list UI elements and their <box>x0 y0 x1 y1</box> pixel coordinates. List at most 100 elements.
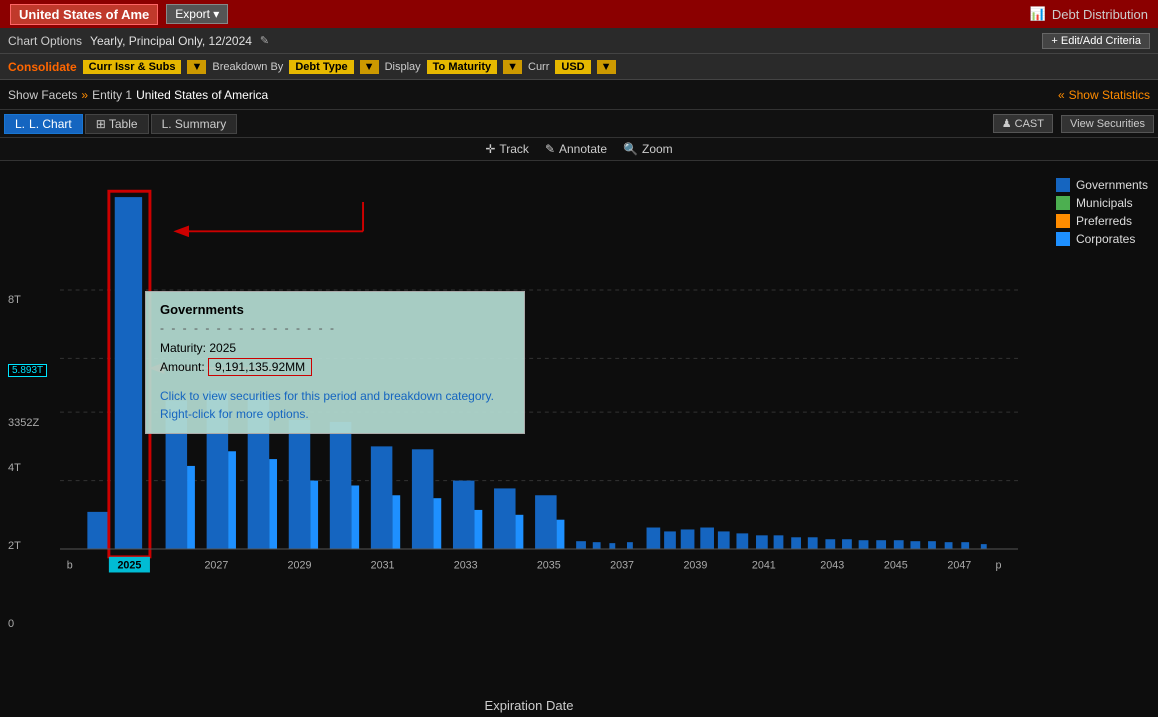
svg-text:p: p <box>995 560 1001 572</box>
bar-2028-corp[interactable] <box>269 459 277 549</box>
breakdown-dropdown-arrow[interactable]: ▼ <box>360 60 379 74</box>
svg-text:2045: 2045 <box>884 560 908 572</box>
title-bar: United States of Ame Export ▾ 📊 Debt Dis… <box>0 0 1158 28</box>
bar-2037[interactable] <box>593 542 601 549</box>
svg-text:2031: 2031 <box>371 560 395 572</box>
bar-2033-corp[interactable] <box>474 510 482 549</box>
consolidate-label: Consolidate <box>8 60 77 74</box>
bar-2039[interactable] <box>627 542 633 549</box>
bar-2027-gov[interactable] <box>207 391 229 549</box>
zoom-icon: 🔍 <box>623 142 638 156</box>
display-dropdown-arrow[interactable]: ▼ <box>503 60 522 74</box>
bar-2046[interactable] <box>756 535 768 549</box>
svg-text:2047: 2047 <box>947 560 971 572</box>
bar-2044[interactable] <box>718 531 730 549</box>
bar-2042[interactable] <box>681 529 695 549</box>
bar-2048[interactable] <box>791 537 801 549</box>
tab-chart[interactable]: L. L. Chart <box>4 114 83 134</box>
bar-2043[interactable] <box>700 528 714 550</box>
svg-text:2039: 2039 <box>683 560 707 572</box>
bar-2027-corp[interactable] <box>228 451 236 549</box>
show-statistics-button[interactable]: « Show Statistics <box>1058 88 1150 102</box>
bar-2040[interactable] <box>647 528 661 550</box>
bar-2032-gov[interactable] <box>412 449 434 549</box>
bar-2030-corp[interactable] <box>351 485 359 549</box>
curr-dropdown-arrow[interactable]: ▼ <box>597 60 616 74</box>
breakdown-label: Breakdown By <box>212 61 283 73</box>
bar-2026-corp[interactable] <box>187 466 195 549</box>
chart-svg-container: 0 2T 4T 3352Z 5.893T 8T <box>0 161 1158 694</box>
bar-2050[interactable] <box>825 539 835 549</box>
window-title: Debt Distribution <box>1052 7 1148 22</box>
track-button[interactable]: ✛ Track <box>485 142 529 156</box>
bar-2034-gov[interactable] <box>494 488 516 549</box>
bar-2035-corp[interactable] <box>557 520 565 549</box>
view-securities-button[interactable]: View Securities <box>1061 115 1154 133</box>
tabs-bar: L. L. Chart ⊞ Table L. Summary ♟ CAST Vi… <box>0 110 1158 138</box>
chart-options-value: Yearly, Principal Only, 12/2024 <box>90 34 252 48</box>
chart-tab-label: L. Chart <box>29 117 72 131</box>
y-label-2t: 2T <box>8 540 21 552</box>
bar-2051[interactable] <box>842 539 852 549</box>
bar-2041[interactable] <box>664 531 676 549</box>
options-bar: Chart Options Yearly, Principal Only, 12… <box>0 28 1158 54</box>
bar-2058[interactable] <box>961 542 969 549</box>
zoom-label: Zoom <box>642 142 673 156</box>
chart-area: ✛ Track ✎ Annotate 🔍 Zoom Governments Mu… <box>0 138 1158 717</box>
bar-2031-gov[interactable] <box>371 446 393 549</box>
bar-2045[interactable] <box>736 533 748 549</box>
tab-table[interactable]: ⊞ Table <box>85 114 149 134</box>
bar-2029-gov[interactable] <box>289 420 311 549</box>
bar-2031-corp[interactable] <box>392 495 400 549</box>
bar-2024[interactable] <box>87 512 109 549</box>
svg-text:2035: 2035 <box>537 560 561 572</box>
debt-dist-icon: 📊 <box>1030 6 1046 22</box>
bar-2035-gov[interactable] <box>535 495 557 549</box>
bar-2052[interactable] <box>859 540 869 549</box>
bar-2054[interactable] <box>894 540 904 549</box>
consolidate-dropdown-arrow[interactable]: ▼ <box>187 60 206 74</box>
breakdown-value[interactable]: Debt Type <box>289 60 353 74</box>
display-label: Display <box>385 61 421 73</box>
export-button[interactable]: Export ▾ <box>166 4 228 24</box>
bar-2029-corp[interactable] <box>310 481 318 549</box>
bar-2034-corp[interactable] <box>516 515 524 549</box>
bar-2047[interactable] <box>774 535 784 549</box>
svg-text:2037: 2037 <box>610 560 634 572</box>
pencil-icon[interactable]: ✎ <box>260 34 269 47</box>
bar-2028-gov[interactable] <box>248 398 270 550</box>
bar-2036[interactable] <box>576 541 586 549</box>
bar-2049[interactable] <box>808 537 818 549</box>
curr-value[interactable]: USD <box>555 60 590 74</box>
display-value[interactable]: To Maturity <box>427 60 497 74</box>
show-facets-label[interactable]: Show Facets <box>8 88 77 102</box>
bar-2057[interactable] <box>945 542 953 549</box>
bar-2025-gov[interactable] <box>115 197 142 549</box>
bar-2038[interactable] <box>609 543 615 549</box>
bar-2026-gov[interactable] <box>166 400 188 549</box>
annotate-button[interactable]: ✎ Annotate <box>545 142 607 156</box>
stats-label: Show Statistics <box>1069 88 1150 102</box>
bar-2053[interactable] <box>876 540 886 549</box>
entity-label[interactable]: United States of Ame <box>10 4 158 25</box>
summary-tab-label: L. Summary <box>162 117 227 131</box>
table-tab-label: ⊞ Table <box>96 117 138 131</box>
edit-criteria-button[interactable]: + Edit/Add Criteria <box>1042 33 1150 49</box>
chart-toolbar: ✛ Track ✎ Annotate 🔍 Zoom <box>0 138 1158 161</box>
bar-2056[interactable] <box>928 541 936 549</box>
svg-text:2041: 2041 <box>752 560 776 572</box>
x-axis-title: Expiration Date <box>60 694 998 717</box>
cast-button[interactable]: ♟ CAST <box>993 114 1053 133</box>
bar-2030-gov[interactable] <box>330 422 352 549</box>
tab-summary[interactable]: L. Summary <box>151 114 238 134</box>
bar-2032-corp[interactable] <box>433 498 441 549</box>
consolidate-dropdown[interactable]: Curr Issr & Subs <box>83 60 182 74</box>
bar-2055[interactable] <box>910 541 920 549</box>
y-label-3352z: 3352Z <box>8 417 39 429</box>
entity-num-label: Entity 1 <box>92 88 132 102</box>
bar-last[interactable] <box>981 544 987 549</box>
zoom-button[interactable]: 🔍 Zoom <box>623 142 673 156</box>
facets-arrow: » <box>81 88 88 102</box>
y-label-0: 0 <box>8 618 14 630</box>
bar-2033-gov[interactable] <box>453 481 475 549</box>
